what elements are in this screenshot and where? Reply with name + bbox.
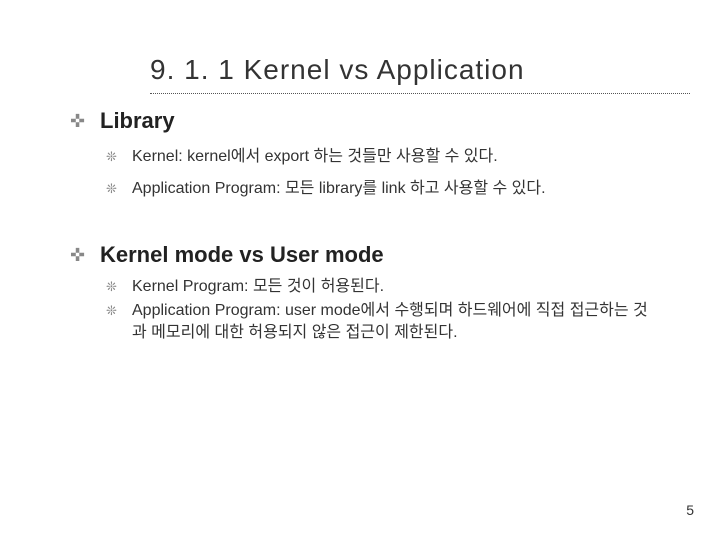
slide: 9. 1. 1 Kernel vs Application ✜ Library … bbox=[0, 0, 720, 540]
asterisk-bullet-icon: ❊ bbox=[106, 178, 132, 200]
asterisk-bullet-icon: ❊ bbox=[106, 146, 132, 168]
section-heading: ✜ Kernel mode vs User mode bbox=[70, 240, 660, 270]
section-heading: ✜ Library bbox=[70, 106, 660, 136]
list-item: ❊ Kernel: kernel에서 export 하는 것들만 사용할 수 있… bbox=[106, 146, 660, 168]
asterisk-bullet-icon: ❊ bbox=[106, 276, 132, 298]
list-item: ❊ Kernel Program: 모든 것이 허용된다. bbox=[106, 276, 660, 298]
list-item-text: Application Program: 모든 library를 link 하고… bbox=[132, 178, 546, 200]
asterisk-bullet-icon: ❊ bbox=[106, 300, 132, 322]
slide-body: ✜ Library ❊ Kernel: kernel에서 export 하는 것… bbox=[70, 106, 660, 354]
spacer bbox=[70, 210, 660, 240]
title-rule bbox=[150, 93, 690, 94]
list-item: ❊ Application Program: 모든 library를 link … bbox=[106, 178, 660, 200]
plus-bullet-icon: ✜ bbox=[70, 240, 100, 270]
section-heading-text: Kernel mode vs User mode bbox=[100, 240, 384, 270]
slide-title: 9. 1. 1 Kernel vs Application bbox=[150, 54, 680, 86]
list-item-text: Application Program: user mode에서 수행되며 하드… bbox=[132, 300, 660, 344]
list-item-text: Kernel: kernel에서 export 하는 것들만 사용할 수 있다. bbox=[132, 146, 498, 168]
list-item-text: Kernel Program: 모든 것이 허용된다. bbox=[132, 276, 384, 298]
page-number: 5 bbox=[686, 502, 694, 518]
list-item: ❊ Application Program: user mode에서 수행되며 … bbox=[106, 300, 660, 344]
plus-bullet-icon: ✜ bbox=[70, 106, 100, 136]
section-heading-text: Library bbox=[100, 106, 175, 136]
